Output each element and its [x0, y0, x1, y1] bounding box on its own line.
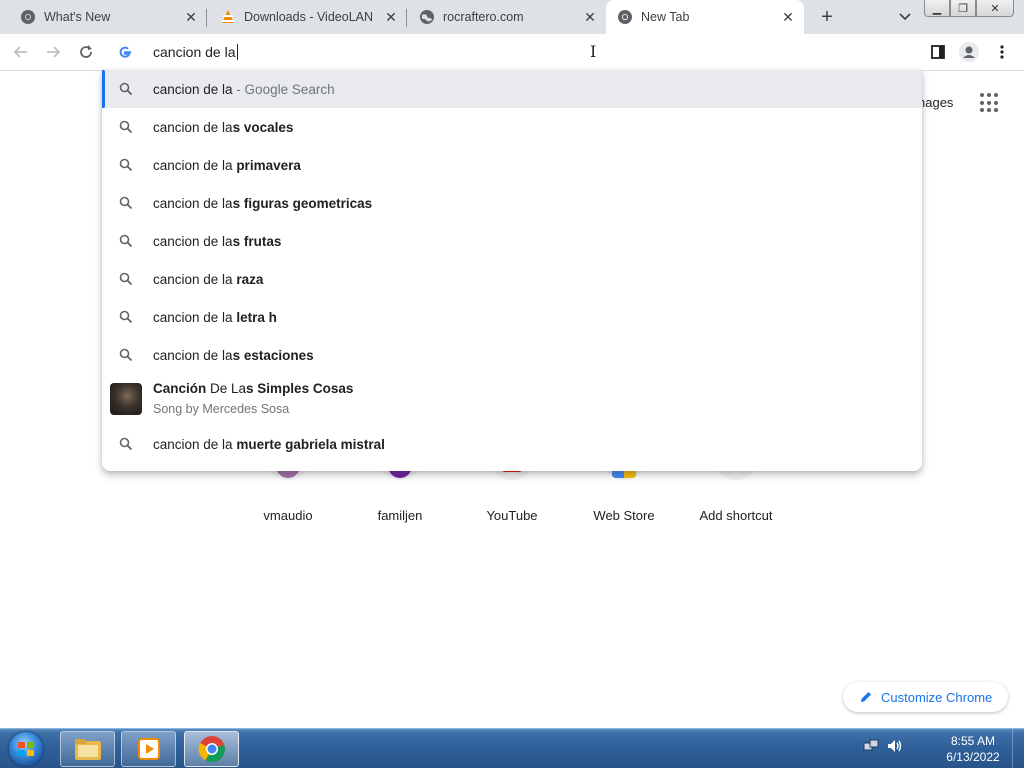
google-g-icon	[112, 39, 138, 65]
suggestion-row[interactable]: cancion de la - Google Search	[102, 70, 922, 108]
suggestion-row[interactable]: cancion de las frutas	[102, 222, 922, 260]
omnibox-dropdown: cancion de la - Google Search cancion de…	[102, 70, 922, 471]
vlc-icon	[220, 9, 236, 25]
reload-button[interactable]	[73, 39, 99, 65]
close-icon[interactable]: ✕	[383, 9, 399, 25]
folder-icon	[74, 739, 101, 760]
search-icon	[119, 234, 133, 248]
tab-rocraftero[interactable]: rocraftero.com ✕	[407, 0, 606, 34]
chrome-icon	[20, 9, 36, 25]
reload-icon	[80, 45, 92, 58]
media-player-icon	[137, 738, 160, 760]
clock[interactable]: 8:55 AM 6/13/2022	[935, 733, 1011, 765]
windows-logo-icon	[18, 742, 34, 756]
images-link[interactable]: nages	[918, 95, 953, 110]
tab-new-tab[interactable]: New Tab ✕	[606, 0, 804, 34]
shortcut-label: Web Store	[593, 508, 655, 523]
taskbar-chrome[interactable]	[184, 731, 239, 767]
profile-button[interactable]	[956, 39, 982, 65]
show-desktop-button[interactable]	[1012, 729, 1024, 768]
search-icon	[119, 120, 133, 134]
system-tray	[862, 737, 904, 760]
side-panel-icon	[931, 45, 945, 59]
entity-suggestion[interactable]: Canción De Las Simples Cosas Song by Mer…	[102, 375, 922, 423]
tab-whats-new[interactable]: What's New ✕	[0, 0, 207, 34]
volume-icon[interactable]	[886, 737, 904, 760]
suggestion-row[interactable]: cancion de la raza	[102, 260, 922, 298]
network-icon[interactable]	[862, 737, 880, 760]
tab-title: What's New	[44, 10, 111, 24]
search-icon	[119, 82, 133, 96]
customize-chrome-button[interactable]: Customize Chrome	[843, 682, 1008, 712]
search-icon	[119, 348, 133, 362]
chrome-icon	[617, 9, 633, 25]
back-arrow-icon	[13, 46, 27, 58]
forward-button[interactable]	[40, 39, 66, 65]
tab-strip: What's New ✕ Downloads - VideoLAN ✕ rocr…	[0, 0, 1024, 34]
search-icon	[119, 437, 133, 451]
chrome-icon	[198, 736, 225, 763]
side-panel-button[interactable]	[925, 39, 951, 65]
more-vert-icon	[1000, 45, 1004, 59]
avatar-icon	[959, 42, 979, 62]
minimize-button[interactable]: ▁	[924, 0, 950, 17]
start-button[interactable]	[6, 730, 46, 768]
omnibox-input[interactable]: cancion de la	[153, 44, 238, 60]
restore-button[interactable]: ❐	[950, 0, 976, 17]
text-cursor-icon: I	[590, 42, 597, 61]
shortcut-label: familjen	[377, 508, 423, 523]
tab-downloads-videolan[interactable]: Downloads - VideoLAN ✕	[207, 0, 407, 34]
globe-icon	[419, 9, 435, 25]
clock-date: 6/13/2022	[946, 750, 1000, 764]
omnibox-text: cancion de la	[153, 44, 236, 60]
close-icon[interactable]: ✕	[183, 9, 199, 25]
suggestion-row[interactable]: cancion de las figuras geometricas	[102, 184, 922, 222]
new-tab-button[interactable]: +	[815, 6, 839, 28]
tab-title: rocraftero.com	[443, 10, 524, 24]
suggestion-row[interactable]: cancion de las vocales	[102, 108, 922, 146]
shortcut-label: Add shortcut	[699, 508, 773, 523]
chevron-down-icon[interactable]	[895, 7, 915, 27]
close-icon[interactable]: ✕	[582, 9, 598, 25]
entity-subtitle: Song by Mercedes Sosa	[153, 402, 290, 416]
apps-grid-icon[interactable]	[980, 93, 1000, 113]
taskbar-media-player[interactable]	[121, 731, 176, 767]
entity-title: Canción De Las Simples Cosas	[153, 381, 354, 396]
suggestion-row[interactable]: cancion de la primavera	[102, 146, 922, 184]
album-thumbnail	[110, 383, 142, 415]
taskbar: 8:55 AM 6/13/2022	[0, 728, 1024, 768]
close-icon[interactable]: ✕	[780, 9, 796, 25]
search-icon	[119, 310, 133, 324]
menu-button[interactable]	[989, 39, 1015, 65]
pencil-icon	[859, 690, 873, 704]
customize-label: Customize Chrome	[881, 689, 993, 705]
shortcut-label: vmaudio	[263, 508, 313, 523]
clock-time: 8:55 AM	[950, 734, 996, 748]
forward-arrow-icon	[47, 46, 61, 58]
search-icon	[119, 196, 133, 210]
tab-title: New Tab	[641, 10, 690, 24]
tab-title: Downloads - VideoLAN	[244, 10, 374, 24]
window-controls: ▁ ❐ ✕	[924, 0, 1014, 17]
close-window-button[interactable]: ✕	[976, 0, 1014, 17]
shortcut-label: YouTube	[486, 508, 538, 523]
suggestion-row[interactable]: cancion de la muerte gabriela mistral	[102, 425, 922, 463]
suggestion-row[interactable]: cancion de la letra h	[102, 298, 922, 336]
taskbar-explorer[interactable]	[60, 731, 115, 767]
search-icon	[119, 158, 133, 172]
back-button[interactable]	[8, 39, 34, 65]
search-icon	[119, 272, 133, 286]
suggestion-row[interactable]: cancion de las estaciones	[102, 336, 922, 374]
